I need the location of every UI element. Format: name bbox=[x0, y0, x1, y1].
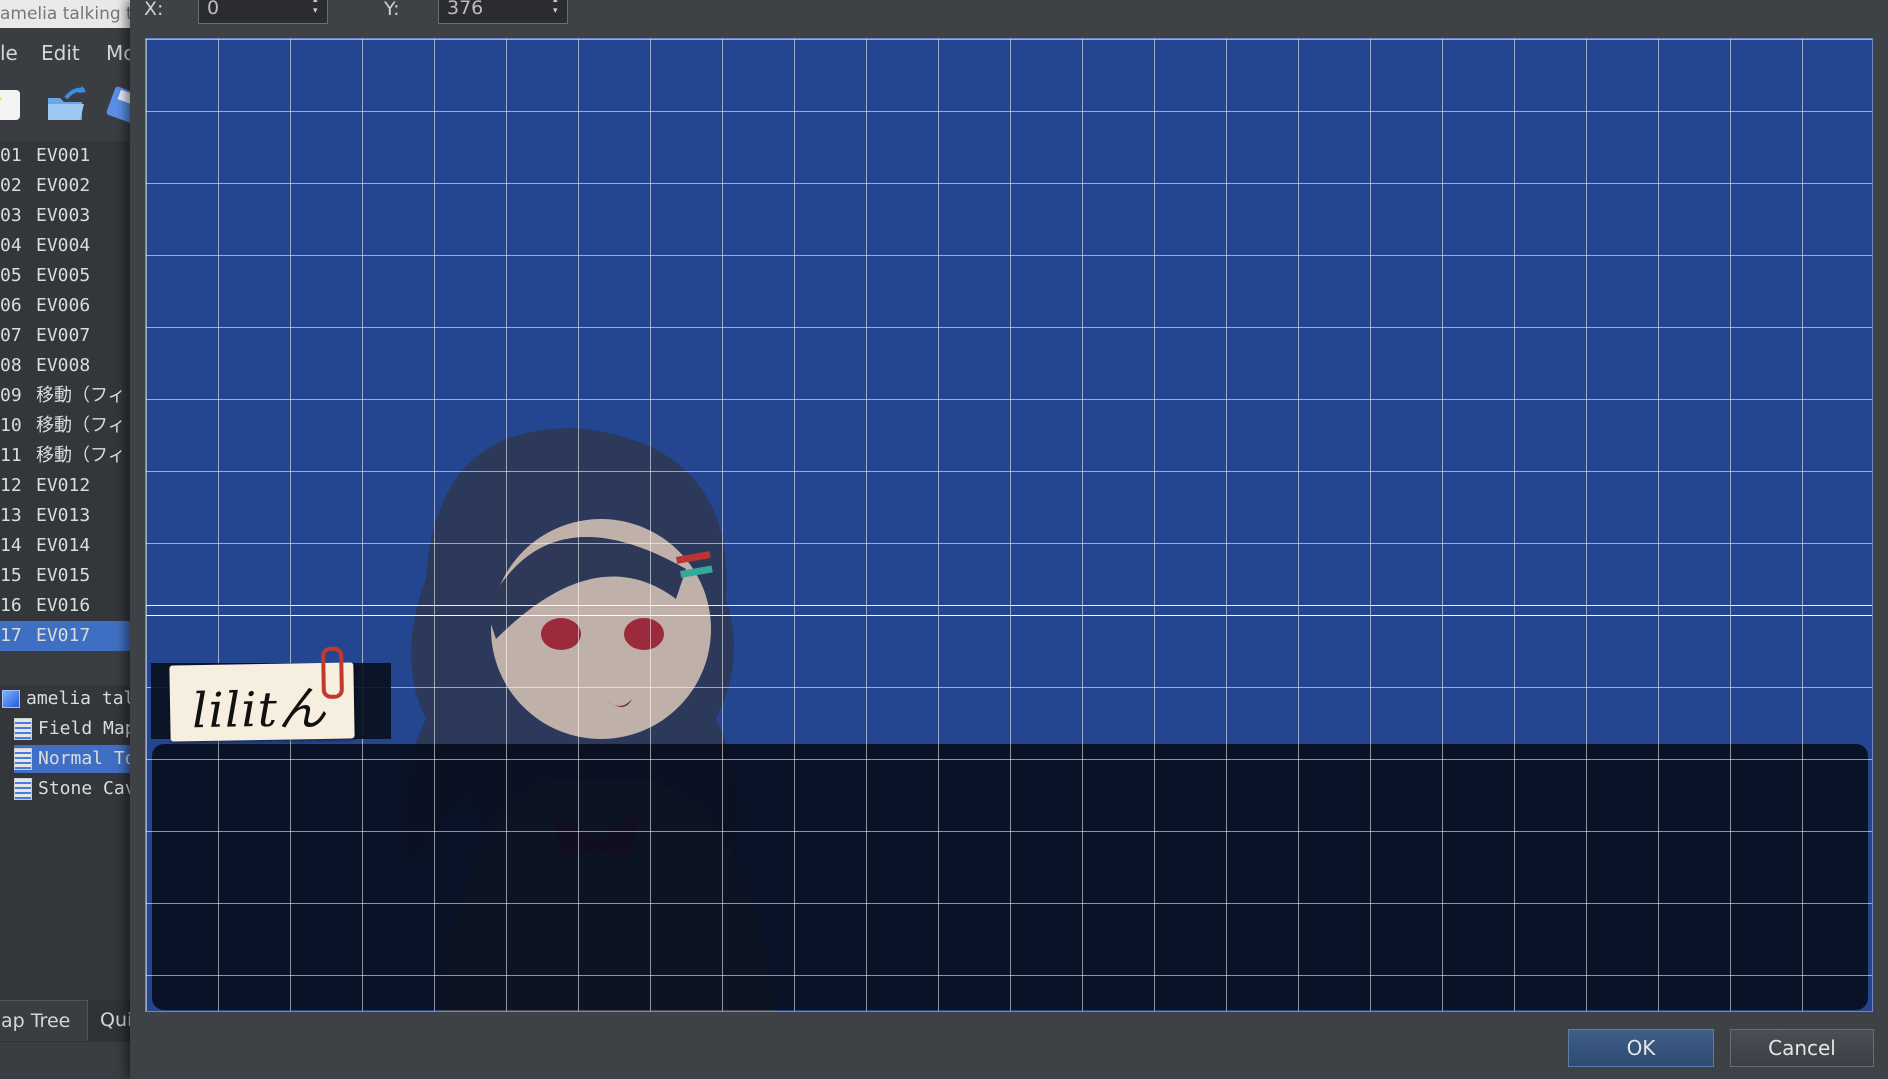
event-number: 08 bbox=[0, 355, 22, 376]
event-row[interactable]: 08 EV008 bbox=[0, 351, 140, 381]
event-number: 12 bbox=[0, 475, 22, 496]
event-name: EV006 bbox=[36, 295, 91, 316]
bottom-tab-bar: ap Tree Qui bbox=[0, 1000, 140, 1042]
event-row[interactable]: 17 EV017 bbox=[0, 621, 140, 651]
cancel-button[interactable]: Cancel bbox=[1730, 1029, 1874, 1067]
menu-file[interactable]: le bbox=[0, 41, 18, 65]
project-icon bbox=[2, 690, 20, 708]
event-number: 16 bbox=[0, 595, 22, 616]
y-label: Y: bbox=[384, 0, 400, 20]
event-row[interactable]: 15 EV015 bbox=[0, 561, 140, 591]
y-input[interactable]: 376 ▴ ▾ bbox=[438, 0, 568, 24]
event-row[interactable]: 07 EV007 bbox=[0, 321, 140, 351]
window-title: amelia talking t bbox=[0, 4, 133, 24]
event-number: 05 bbox=[0, 265, 22, 286]
toolbar bbox=[0, 78, 144, 134]
event-name: EV016 bbox=[36, 595, 91, 616]
tree-item-label: Normal To bbox=[38, 748, 136, 769]
event-row[interactable]: 10 移動（フィ bbox=[0, 411, 140, 441]
x-value: 0 bbox=[207, 0, 220, 19]
tab-map-tree[interactable]: ap Tree bbox=[0, 1000, 88, 1041]
position-guide-line-top bbox=[146, 605, 1872, 606]
screen: amelia talking t le Edit Mc 01 EV001 02 EV0… bbox=[0, 0, 1888, 1079]
tree-item-map[interactable]: Field Map bbox=[14, 715, 140, 743]
event-number: 04 bbox=[0, 235, 22, 256]
event-row[interactable]: 01 EV001 bbox=[0, 141, 140, 171]
ok-button[interactable]: OK bbox=[1568, 1029, 1714, 1067]
event-name: EV008 bbox=[36, 355, 91, 376]
event-number: 14 bbox=[0, 535, 22, 556]
event-row[interactable]: 13 EV013 bbox=[0, 501, 140, 531]
event-number: 09 bbox=[0, 385, 22, 406]
map-icon bbox=[14, 778, 32, 800]
event-number: 13 bbox=[0, 505, 22, 526]
event-list: 01 EV001 02 EV002 03 EV003 04 EV004 05 EV005 06 EV0… bbox=[0, 141, 140, 651]
x-label: X: bbox=[144, 0, 164, 20]
event-row[interactable]: 03 EV003 bbox=[0, 201, 140, 231]
map-icon bbox=[14, 748, 32, 770]
open-folder-icon[interactable] bbox=[44, 84, 86, 126]
event-row[interactable]: 14 EV014 bbox=[0, 531, 140, 561]
event-name: 移動（フィ bbox=[36, 445, 126, 466]
x-spinner[interactable]: ▴ ▾ bbox=[313, 0, 323, 17]
event-number: 01 bbox=[0, 145, 22, 166]
paperclip-icon bbox=[321, 646, 344, 699]
event-number: 10 bbox=[0, 415, 22, 436]
event-row[interactable]: 11 移動（フィ bbox=[0, 441, 140, 471]
main-editor-window: amelia talking t le Edit Mc 01 EV001 02 EV0… bbox=[0, 0, 144, 1079]
event-name: EV014 bbox=[36, 535, 91, 556]
new-file-icon[interactable] bbox=[0, 84, 28, 126]
event-row[interactable]: 06 EV006 bbox=[0, 291, 140, 321]
event-row[interactable]: 12 EV012 bbox=[0, 471, 140, 501]
name-plate: lilitん bbox=[169, 646, 355, 742]
event-number: 17 bbox=[0, 625, 22, 646]
event-name: EV002 bbox=[36, 175, 91, 196]
event-number: 07 bbox=[0, 325, 22, 346]
event-name: 移動（フィ bbox=[36, 385, 126, 406]
event-number: 02 bbox=[0, 175, 22, 196]
position-dialog: X: 0 ▴ ▾ Y: 376 ▴ ▾ lilitん OK Cancel bbox=[130, 0, 1888, 1079]
event-name: EV013 bbox=[36, 505, 91, 526]
event-number: 06 bbox=[0, 295, 22, 316]
menu-edit[interactable]: Edit bbox=[41, 41, 80, 65]
tree-item-project[interactable]: amelia tal bbox=[2, 685, 140, 713]
event-name: EV007 bbox=[36, 325, 91, 346]
y-spinner[interactable]: ▴ ▾ bbox=[553, 0, 563, 17]
name-plate-text: lilitん bbox=[191, 680, 328, 740]
map-icon bbox=[14, 718, 32, 740]
event-row[interactable]: 16 EV016 bbox=[0, 591, 140, 621]
tree-item-label: Field Map bbox=[38, 718, 136, 739]
position-guide-line-bottom bbox=[146, 615, 1872, 616]
position-preview[interactable]: lilitん bbox=[145, 38, 1873, 1012]
event-row[interactable]: 05 EV005 bbox=[0, 261, 140, 291]
event-row[interactable]: 09 移動（フィ bbox=[0, 381, 140, 411]
tree-item-map[interactable]: Stone Cav bbox=[14, 775, 140, 803]
tree-item-label: Stone Cav bbox=[38, 778, 136, 799]
event-name: EV015 bbox=[36, 565, 91, 586]
map-tree: amelia tal Field Map Normal To Stone Cav bbox=[0, 685, 140, 1000]
event-name: EV017 bbox=[36, 625, 91, 646]
event-name: EV005 bbox=[36, 265, 91, 286]
y-value: 376 bbox=[447, 0, 484, 19]
event-number: 15 bbox=[0, 565, 22, 586]
grid-overlay bbox=[146, 39, 1872, 1011]
event-row[interactable]: 04 EV004 bbox=[0, 231, 140, 261]
event-number: 03 bbox=[0, 205, 22, 226]
event-name: EV003 bbox=[36, 205, 91, 226]
x-input[interactable]: 0 ▴ ▾ bbox=[198, 0, 328, 24]
event-number: 11 bbox=[0, 445, 22, 466]
tree-item-label: amelia tal bbox=[26, 688, 135, 709]
title-bar: amelia talking t bbox=[0, 0, 140, 28]
event-name: 移動（フィ bbox=[36, 415, 126, 436]
event-name: EV004 bbox=[36, 235, 91, 256]
event-row[interactable]: 02 EV002 bbox=[0, 171, 140, 201]
event-name: EV001 bbox=[36, 145, 91, 166]
menu-bar: le Edit Mc bbox=[0, 36, 140, 70]
tree-item-map[interactable]: Normal To bbox=[14, 745, 140, 773]
event-name: EV012 bbox=[36, 475, 91, 496]
